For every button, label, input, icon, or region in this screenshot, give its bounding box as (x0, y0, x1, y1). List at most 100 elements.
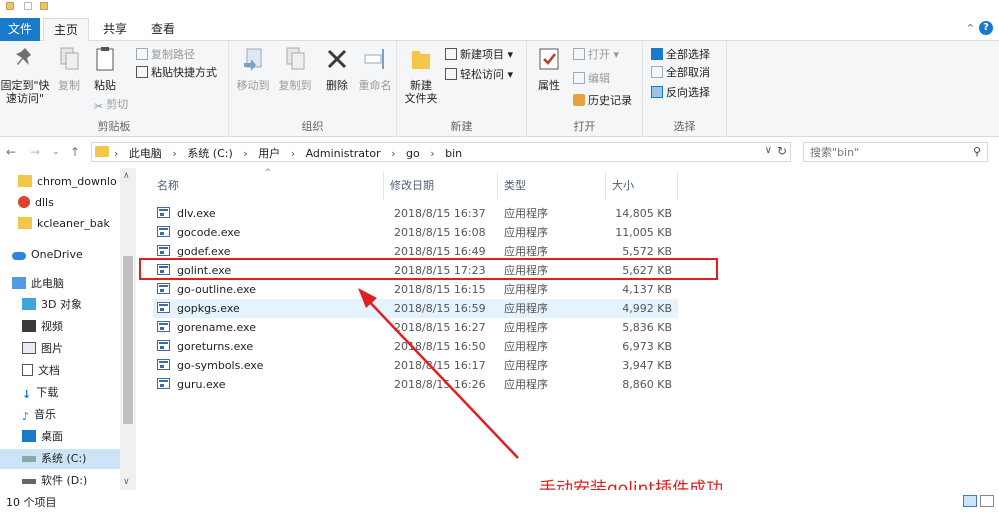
back-arrow-icon[interactable]: ← (6, 145, 16, 159)
rename-button[interactable]: 重命名 (357, 45, 393, 92)
edit-button[interactable]: 编辑 (573, 71, 610, 87)
nav-item-label: 3D 对象 (41, 298, 82, 311)
quick-access-properties-icon[interactable] (24, 2, 32, 10)
open-group-label: 打开 (573, 120, 596, 133)
table-row[interactable]: goreturns.exe 2018/8/15 16:50 应用程序 6,973 KB (153, 337, 678, 356)
cut-label: 剪切 (106, 98, 129, 111)
new-item-label: 新建项目 ▾ (460, 48, 514, 61)
file-type: 应用程序 (504, 283, 548, 296)
column-header-type[interactable]: 类型 (504, 172, 606, 200)
copy-button[interactable]: 复制 (53, 45, 85, 92)
cut-button[interactable]: ✂ 剪切 (94, 97, 128, 113)
ribbon-tabs: 文件 主页 共享 查看 ⌃ ? (0, 18, 999, 42)
properties-button[interactable]: 属性 (533, 45, 565, 92)
navigation-pane: chrom_downlo dlls kcleaner_bak OneDrive … (0, 168, 136, 490)
tab-home[interactable]: 主页 (43, 18, 89, 42)
search-icon[interactable]: ⚲ (973, 145, 981, 158)
select-none-button[interactable]: 全部取消 (651, 65, 710, 81)
tab-view[interactable]: 查看 (143, 18, 183, 41)
column-header-label: 类型 (504, 179, 526, 192)
select-all-button[interactable]: 全部选择 (651, 47, 710, 63)
forward-arrow-icon[interactable]: → (30, 145, 40, 159)
copy-to-icon (286, 47, 305, 70)
select-group-label: 选择 (673, 120, 696, 133)
move-to-button[interactable]: 移动到 (233, 45, 273, 92)
scroll-up-arrow-icon[interactable]: ∧ (123, 171, 130, 181)
breadcrumb-item[interactable]: 系统 (C:) (187, 147, 232, 160)
nav-item-system-c[interactable]: 系统 (C:) (0, 449, 120, 469)
breadcrumb-item[interactable]: Administrator (306, 147, 381, 160)
up-arrow-icon[interactable]: ↑ (70, 145, 80, 159)
table-row[interactable]: gocode.exe 2018/8/15 16:08 应用程序 11,005 KB (153, 223, 678, 242)
open-button[interactable]: 打开 ▾ (573, 47, 619, 63)
breadcrumb: › 此电脑 › 系统 (C:) › 用户 › Administrator › g… (114, 145, 469, 161)
scrollbar-thumb[interactable] (123, 256, 133, 424)
scroll-down-arrow-icon[interactable]: ∨ (123, 477, 130, 487)
new-folder-button[interactable]: 新建 文件夹 (401, 45, 441, 105)
nav-item-label: 文档 (38, 364, 60, 377)
column-header-date[interactable]: 修改日期 (390, 172, 498, 200)
nav-item-onedrive[interactable]: OneDrive (12, 245, 132, 265)
recent-locations-chevron-icon[interactable]: ⌄ (52, 147, 60, 157)
breadcrumb-item[interactable]: 用户 (258, 147, 280, 160)
navigation-scrollbar[interactable]: ∧ ∨ (120, 168, 136, 490)
ribbon: 固定到"快 速访问" 复制 粘贴 复制路径 粘贴快捷方式 ✂ 剪切 剪贴板 移动到… (0, 41, 999, 137)
copy-to-button[interactable]: 复制到 (275, 45, 315, 92)
paste-shortcut-button[interactable]: 粘贴快捷方式 (136, 65, 217, 81)
refresh-icon[interactable]: ↻ (777, 144, 787, 158)
details-view-icon[interactable] (963, 495, 977, 507)
easy-access-button[interactable]: 轻松访问 ▾ (445, 67, 513, 83)
table-row[interactable]: gorename.exe 2018/8/15 16:27 应用程序 5,836 KB (153, 318, 678, 337)
quick-access-newfolder-icon[interactable] (40, 2, 48, 10)
search-input[interactable] (804, 143, 954, 161)
table-row[interactable]: go-symbols.exe 2018/8/15 16:17 应用程序 3,947 K… (153, 356, 678, 375)
new-item-button[interactable]: 新建项目 ▾ (445, 47, 513, 63)
large-icons-view-icon[interactable] (980, 495, 994, 507)
tab-file[interactable]: 文件 (0, 18, 40, 41)
nav-item-this-pc[interactable]: 此电脑 (12, 274, 132, 294)
breadcrumb-item[interactable]: go (406, 147, 420, 160)
help-icon[interactable]: ? (979, 21, 993, 35)
copy-path-icon (136, 48, 148, 60)
history-label: 历史记录 (588, 94, 632, 107)
breadcrumb-item[interactable]: bin (445, 147, 462, 160)
exe-file-icon (157, 245, 170, 256)
table-row[interactable]: dlv.exe 2018/8/15 16:37 应用程序 14,805 KB (153, 204, 678, 223)
nav-item-label: OneDrive (31, 248, 83, 261)
nav-item-label: 音乐 (34, 408, 57, 421)
desktop-icon (22, 430, 36, 442)
file-size: 6,973 KB (622, 340, 672, 353)
address-box[interactable]: › 此电脑 › 系统 (C:) › 用户 › Administrator › g… (91, 142, 791, 162)
paste-button[interactable]: 粘贴 (88, 45, 122, 92)
address-dropdown-chevron-icon[interactable]: ∨ (765, 145, 772, 156)
tab-share[interactable]: 共享 (96, 18, 134, 41)
table-row[interactable]: guru.exe 2018/8/15 16:26 应用程序 8,860 KB (153, 375, 678, 394)
highlight-box (139, 258, 718, 280)
file-name: godef.exe (177, 245, 231, 258)
organize-group: 移动到 复制到 删除 重命名 组织 (229, 41, 397, 137)
select-all-icon (651, 48, 663, 60)
file-type: 应用程序 (504, 340, 548, 353)
ribbon-collapse-icon[interactable]: ⌃ (966, 22, 975, 35)
breadcrumb-item[interactable]: 此电脑 (129, 147, 162, 160)
column-header-label: 名称 (157, 179, 179, 192)
move-to-label: 移动到 (236, 79, 270, 92)
pin-to-quick-access-button[interactable]: 固定到"快 速访问" (0, 45, 50, 105)
table-row[interactable]: go-outline.exe 2018/8/15 16:15 应用程序 4,137 K… (153, 280, 678, 299)
column-header-size[interactable]: 大小 (612, 172, 678, 200)
quick-access-folder-icon[interactable] (6, 2, 14, 10)
table-row[interactable]: gopkgs.exe 2018/8/15 16:59 应用程序 4,992 KB (153, 299, 678, 318)
delete-button[interactable]: 删除 (321, 45, 353, 92)
easy-access-label: 轻松访问 ▾ (460, 68, 514, 81)
rename-label: 重命名 (358, 79, 392, 92)
paste-label: 粘贴 (94, 79, 116, 92)
new-folder-icon (412, 51, 430, 69)
music-icon: ♪ (22, 410, 30, 423)
properties-label: 属性 (538, 79, 560, 92)
copy-path-button[interactable]: 复制路径 (136, 47, 195, 63)
properties-check-icon (539, 48, 559, 70)
file-type: 应用程序 (504, 302, 548, 315)
invert-selection-button[interactable]: 反向选择 (651, 85, 710, 101)
file-date: 2018/8/15 16:17 (394, 359, 486, 372)
history-button[interactable]: 历史记录 (573, 93, 632, 109)
